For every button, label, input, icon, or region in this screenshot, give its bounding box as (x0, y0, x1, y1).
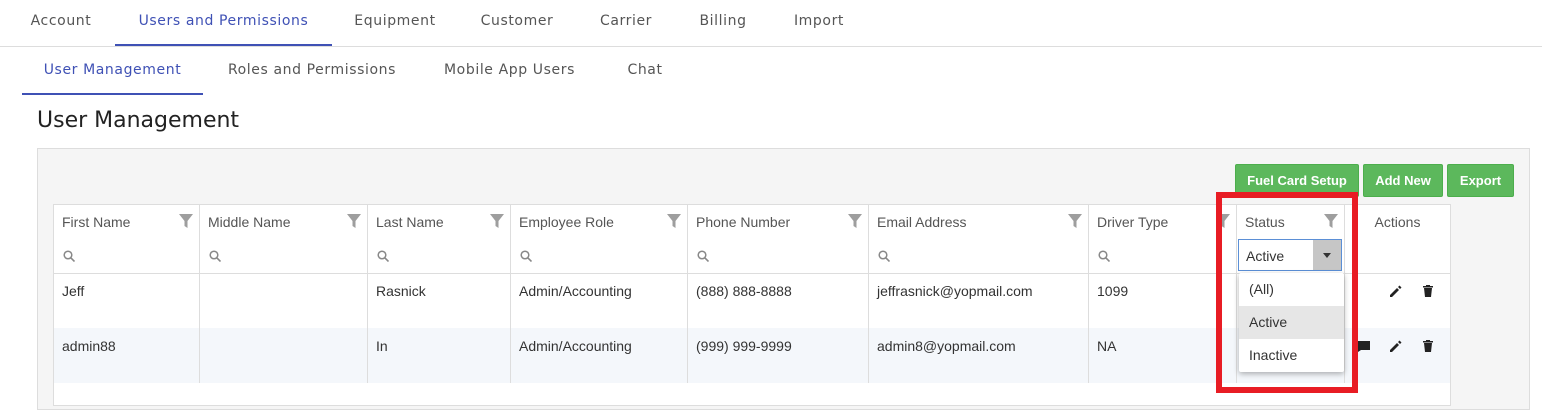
message-icon[interactable] (1357, 339, 1371, 353)
cell-phone-number: (999) 999-9999 (688, 328, 869, 383)
cell-first-name: admin88 (54, 328, 200, 383)
export-button[interactable]: Export (1447, 164, 1514, 197)
add-new-button[interactable]: Add New (1363, 164, 1443, 197)
status-filter-value: Active (1246, 248, 1285, 264)
filter-icon[interactable] (1216, 214, 1230, 228)
subtab-chat[interactable]: Chat (612, 47, 678, 93)
tab-equipment[interactable]: Equipment (340, 0, 450, 44)
col-label: Middle Name (208, 214, 291, 230)
cell-actions (1345, 328, 1450, 383)
dropdown-toggle[interactable] (1313, 240, 1341, 270)
cell-phone-number: (888) 888-8888 (688, 273, 869, 328)
search-icon (377, 250, 389, 262)
filter-phone-number[interactable] (688, 239, 869, 273)
filter-employee-role[interactable] (511, 239, 688, 273)
delete-icon[interactable] (1421, 339, 1435, 353)
filter-actions-cell (1345, 239, 1450, 273)
cell-last-name: Rasnick (368, 273, 511, 328)
col-email-address[interactable]: Email Address (869, 205, 1089, 239)
cell-email-address: jeffrasnick@yopmail.com (869, 273, 1089, 328)
tab-billing[interactable]: Billing (683, 0, 763, 44)
col-label: Employee Role (519, 214, 614, 230)
col-label: Phone Number (696, 214, 791, 230)
delete-icon[interactable] (1421, 284, 1435, 298)
status-option-inactive[interactable]: Inactive (1239, 339, 1344, 372)
chevron-down-icon (1323, 253, 1331, 258)
filter-last-name[interactable] (368, 239, 511, 273)
col-employee-role[interactable]: Employee Role (511, 205, 688, 239)
top-nav: Account Users and Permissions Equipment … (0, 0, 1542, 47)
cell-middle-name (200, 328, 368, 383)
col-label: Email Address (877, 214, 967, 230)
col-label: Last Name (376, 214, 444, 230)
tab-account[interactable]: Account (14, 0, 108, 44)
search-icon (1098, 250, 1110, 262)
filter-email-address[interactable] (869, 239, 1089, 273)
fuel-card-setup-button[interactable]: Fuel Card Setup (1235, 164, 1359, 197)
subtab-mobile-app-users[interactable]: Mobile App Users (432, 47, 587, 93)
col-label: First Name (62, 214, 131, 230)
col-first-name[interactable]: First Name (54, 205, 200, 239)
search-icon (878, 250, 890, 262)
filter-driver-type[interactable] (1089, 239, 1237, 273)
filter-icon[interactable] (1324, 214, 1338, 228)
search-icon (520, 250, 532, 262)
cell-driver-type: 1099 (1089, 273, 1237, 328)
tab-carrier[interactable]: Carrier (585, 0, 667, 44)
search-icon (697, 250, 709, 262)
tab-users-and-permissions[interactable]: Users and Permissions (115, 0, 332, 46)
cell-last-name: In (368, 328, 511, 383)
col-label: Status (1245, 214, 1285, 230)
col-status[interactable]: Status (1237, 205, 1345, 239)
status-dropdown-list: (All) Active Inactive (1239, 273, 1344, 372)
search-icon (63, 250, 75, 262)
subtab-roles-and-permissions[interactable]: Roles and Permissions (217, 47, 407, 93)
col-middle-name[interactable]: Middle Name (200, 205, 368, 239)
status-filter-select[interactable]: Active (1238, 239, 1342, 271)
cell-middle-name (200, 273, 368, 328)
col-phone-number[interactable]: Phone Number (688, 205, 869, 239)
filter-icon[interactable] (490, 214, 504, 228)
status-option-active[interactable]: Active (1239, 306, 1344, 339)
tab-customer[interactable]: Customer (465, 0, 569, 44)
filter-icon[interactable] (347, 214, 361, 228)
cell-driver-type: NA (1089, 328, 1237, 383)
filter-middle-name[interactable] (200, 239, 368, 273)
filter-icon[interactable] (1068, 214, 1082, 228)
cell-employee-role: Admin/Accounting (511, 273, 688, 328)
filter-first-name[interactable] (54, 239, 200, 273)
filter-icon[interactable] (667, 214, 681, 228)
cell-actions (1345, 273, 1450, 328)
col-label: Driver Type (1097, 214, 1169, 230)
filter-icon[interactable] (179, 214, 193, 228)
subtab-user-management[interactable]: User Management (22, 47, 203, 95)
col-actions: Actions (1374, 214, 1421, 230)
page-title: User Management (37, 108, 240, 133)
status-option-all[interactable]: (All) (1239, 273, 1344, 306)
filter-icon[interactable] (848, 214, 862, 228)
col-last-name[interactable]: Last Name (368, 205, 511, 239)
cell-employee-role: Admin/Accounting (511, 328, 688, 383)
edit-icon[interactable] (1389, 339, 1403, 353)
edit-icon[interactable] (1389, 284, 1403, 298)
tab-import[interactable]: Import (780, 0, 858, 44)
header-row: First Name Middle Name Last Name Employe… (54, 205, 1450, 240)
cell-email-address: admin8@yopmail.com (869, 328, 1089, 383)
search-icon (209, 250, 221, 262)
col-driver-type[interactable]: Driver Type (1089, 205, 1237, 239)
cell-first-name: Jeff (54, 273, 200, 328)
